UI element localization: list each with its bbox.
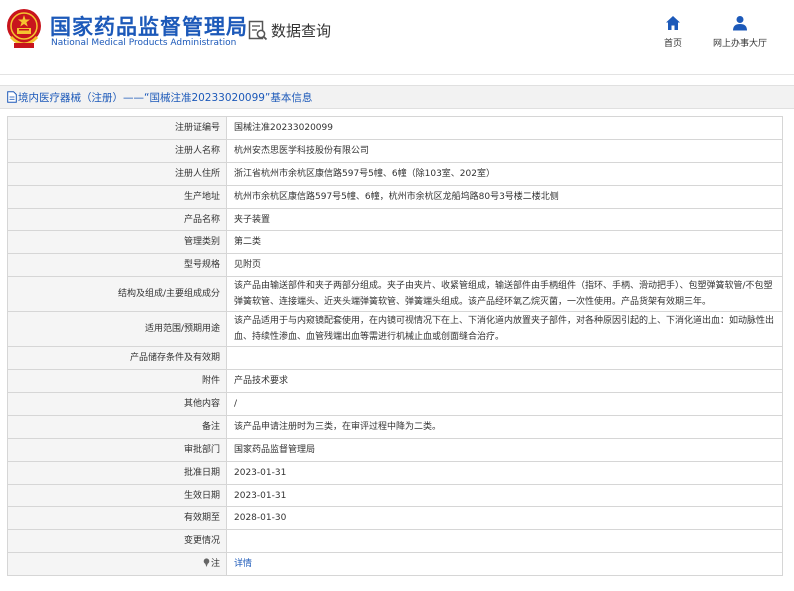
table-row: 附件 产品技术要求 bbox=[7, 369, 783, 394]
national-emblem-icon bbox=[7, 9, 41, 48]
row-label: 有效期至 bbox=[7, 506, 227, 531]
row-label: 产品名称 bbox=[7, 207, 227, 232]
row-value: 第二类 bbox=[226, 230, 783, 255]
row-label: 附件 bbox=[7, 369, 227, 394]
site-name-english: National Medical Products Administration bbox=[51, 38, 237, 48]
basic-info-table: 注册证编号 国械注准20233020099 注册人名称 杭州安杰思医学科技股份有… bbox=[7, 116, 783, 577]
row-value: 国械注准20233020099 bbox=[226, 116, 783, 140]
site-header: 国家药品监督管理局 National Medical Products Admi… bbox=[0, 0, 794, 75]
table-row: 生效日期 2023-01-31 bbox=[7, 483, 783, 508]
row-label: 批准日期 bbox=[7, 460, 227, 485]
row-value: 杭州市余杭区康信路597号5幢、6幢，杭州市余杭区龙船坞路80号3号楼二楼北侧 bbox=[226, 184, 783, 209]
row-label: 型号规格 bbox=[7, 253, 227, 278]
home-icon bbox=[666, 16, 680, 30]
row-value bbox=[226, 346, 783, 371]
row-value: 2023-01-31 bbox=[226, 460, 783, 485]
data-query-icon bbox=[248, 20, 268, 41]
table-row: 变更情况 bbox=[7, 529, 783, 554]
row-value: 2023-01-31 bbox=[226, 483, 783, 508]
table-row: 注册人住所 浙江省杭州市余杭区康信路597号5幢、6幢（除103室、202室） bbox=[7, 161, 783, 186]
nav-home-label: 首页 bbox=[663, 39, 682, 49]
note-label-cell: 注 bbox=[7, 552, 227, 577]
table-row: 其他内容 / bbox=[7, 392, 783, 416]
breadcrumb-text: 境内医疗器械（注册）——“国械注准20233020099”基本信息 bbox=[18, 92, 313, 104]
row-label: 生效日期 bbox=[7, 483, 227, 508]
row-value: / bbox=[226, 392, 783, 416]
row-label: 审批部门 bbox=[7, 437, 227, 462]
table-row: 审批部门 国家药品监督管理局 bbox=[7, 437, 783, 462]
row-value: 杭州安杰思医学科技股份有限公司 bbox=[226, 138, 783, 163]
table-row: 型号规格 见附页 bbox=[7, 253, 783, 278]
row-value bbox=[226, 529, 783, 554]
table-row: 注册证编号 国械注准20233020099 bbox=[7, 116, 783, 140]
row-value: 见附页 bbox=[226, 253, 783, 278]
table-row: 产品储存条件及有效期 bbox=[7, 346, 783, 371]
data-query-title: 数据查询 bbox=[271, 22, 332, 40]
row-value: 该产品由输送部件和夹子两部分组成。夹子由夹片、收紧管组成，输送部件由手柄组件（指… bbox=[226, 276, 783, 313]
table-row: 适用范围/预期用途 该产品适用于与内窥镜配套使用，在内镜可视情况下在上、下消化道… bbox=[7, 311, 783, 348]
details-link[interactable]: 详情 bbox=[234, 559, 252, 569]
row-value: 国家药品监督管理局 bbox=[226, 437, 783, 462]
row-label: 结构及组成/主要组成成分 bbox=[7, 276, 227, 313]
row-label: 备注 bbox=[7, 414, 227, 439]
table-row: 注册人名称 杭州安杰思医学科技股份有限公司 bbox=[7, 138, 783, 163]
site-name: 国家药品监督管理局 bbox=[50, 15, 248, 39]
table-row: 管理类别 第二类 bbox=[7, 230, 783, 255]
table-row: 结构及组成/主要组成成分 该产品由输送部件和夹子两部分组成。夹子由夹片、收紧管组… bbox=[7, 276, 783, 313]
row-value: 该产品申请注册时为三类，在审评过程中降为二类。 bbox=[226, 414, 783, 439]
row-label: 其他内容 bbox=[7, 392, 227, 416]
note-label: 注 bbox=[210, 559, 220, 570]
row-label: 适用范围/预期用途 bbox=[7, 311, 227, 348]
table-row: 批准日期 2023-01-31 bbox=[7, 460, 783, 485]
table-row: 注 详情 bbox=[7, 552, 783, 577]
row-label: 注册人名称 bbox=[7, 138, 227, 163]
nav-online-service-hall[interactable]: 网上办事大厅 bbox=[706, 15, 774, 49]
table-row: 备注 该产品申请注册时为三类，在审评过程中降为二类。 bbox=[7, 414, 783, 439]
row-label: 注册人住所 bbox=[7, 161, 227, 186]
table-row: 产品名称 夹子装置 bbox=[7, 207, 783, 232]
row-label: 变更情况 bbox=[7, 529, 227, 554]
row-label: 注册证编号 bbox=[7, 116, 227, 140]
row-value: 产品技术要求 bbox=[226, 369, 783, 394]
nav-home[interactable]: 首页 bbox=[655, 15, 691, 49]
row-label: 生产地址 bbox=[7, 184, 227, 209]
row-value: 2028-01-30 bbox=[226, 506, 783, 531]
row-value: 浙江省杭州市余杭区康信路597号5幢、6幢（除103室、202室） bbox=[226, 161, 783, 186]
pin-icon bbox=[203, 558, 210, 568]
row-value: 该产品适用于与内窥镜配套使用，在内镜可视情况下在上、下消化道内放置夹子部件，对各… bbox=[226, 311, 783, 348]
row-label: 管理类别 bbox=[7, 230, 227, 255]
user-icon bbox=[733, 16, 747, 31]
table-row: 生产地址 杭州市余杭区康信路597号5幢、6幢，杭州市余杭区龙船坞路80号3号楼… bbox=[7, 184, 783, 209]
document-icon bbox=[7, 91, 17, 103]
row-label: 产品储存条件及有效期 bbox=[7, 346, 227, 371]
nav-online-service-hall-label: 网上办事大厅 bbox=[712, 39, 767, 49]
note-value-cell: 详情 bbox=[226, 552, 783, 577]
row-value: 夹子装置 bbox=[226, 207, 783, 232]
breadcrumb: 境内医疗器械（注册）——“国械注准20233020099”基本信息 bbox=[0, 85, 794, 109]
table-row: 有效期至 2028-01-30 bbox=[7, 506, 783, 531]
